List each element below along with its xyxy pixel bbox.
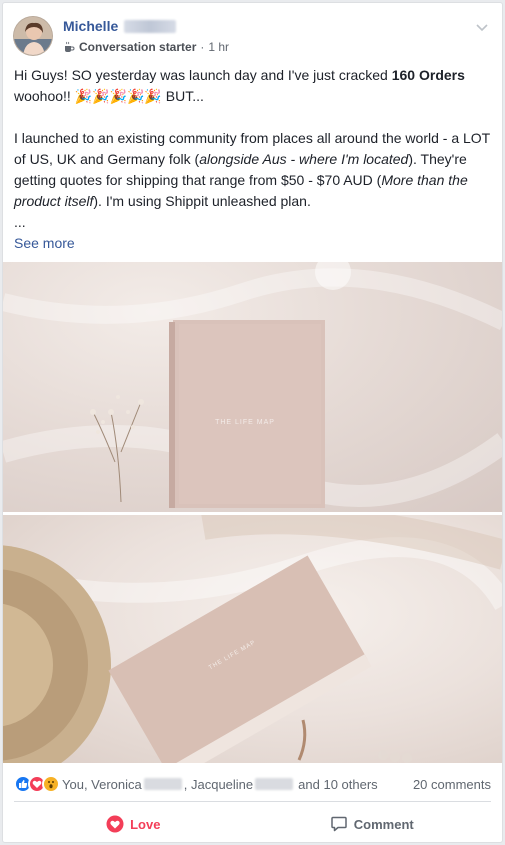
- chevron-down-icon[interactable]: [474, 19, 490, 35]
- reactions-bar: You, Veronica , Jacqueline and 10 others…: [14, 773, 491, 795]
- separator-dot: ·: [200, 40, 205, 54]
- love-button[interactable]: Love: [14, 809, 253, 839]
- post-header: Michelle Conversation starter · 1 hr: [13, 15, 492, 59]
- coffee-cup-icon: [65, 41, 75, 52]
- wow-icon: [42, 775, 60, 793]
- photo-1[interactable]: THE LIFE MAP: [3, 262, 502, 512]
- intro-text: Hi Guys! SO yesterday was launch day and…: [14, 67, 392, 83]
- author-name[interactable]: Michelle: [63, 18, 118, 34]
- see-more-link[interactable]: See more: [14, 235, 75, 251]
- love-icon: [106, 815, 124, 833]
- post-time[interactable]: 1 hr: [208, 40, 229, 54]
- reaction-icons[interactable]: [14, 775, 60, 793]
- ellipsis: ...: [14, 214, 26, 230]
- redacted-name-1: [143, 778, 182, 790]
- comments-count[interactable]: 20 comments: [413, 777, 491, 792]
- comment-button[interactable]: Comment: [253, 809, 492, 839]
- comment-label: Comment: [353, 816, 414, 832]
- orders-bold: 160 Orders: [391, 67, 465, 83]
- book-title-1: THE LIFE MAP: [215, 419, 275, 426]
- avatar[interactable]: [13, 16, 53, 56]
- intro-text-2: woohoo!! 🎉🎉🎉🎉🎉 BUT...: [14, 88, 204, 104]
- names-suffix: and 10 others: [298, 776, 378, 792]
- comment-icon: [331, 816, 347, 832]
- names-mid: , Jacqueline: [183, 776, 254, 792]
- post-meta: Conversation starter · 1 hr: [63, 40, 229, 54]
- post-card: Michelle Conversation starter · 1 hr Hi …: [2, 2, 503, 843]
- love-label: Love: [130, 816, 161, 832]
- para-italic-1: alongside Aus - where I'm located: [199, 151, 409, 167]
- divider: [14, 801, 491, 802]
- para-text-3: ). I'm using Shippit unleashed plan.: [93, 193, 311, 209]
- reaction-names[interactable]: You, Veronica , Jacqueline and 10 others: [62, 777, 378, 792]
- redacted-surname: [124, 19, 177, 33]
- post-intro: Hi Guys! SO yesterday was launch day and…: [14, 65, 496, 107]
- badge-label[interactable]: Conversation starter: [79, 40, 196, 54]
- photo-2[interactable]: THE LIFE MAP: [3, 515, 502, 763]
- post-text: Hi Guys! SO yesterday was launch day and…: [14, 65, 496, 254]
- action-bar: Love Comment: [14, 809, 491, 839]
- redacted-name-2: [255, 778, 294, 790]
- names-prefix: You, Veronica: [62, 776, 142, 792]
- post-paragraph: I launched to an existing community from…: [14, 128, 496, 212]
- author-row: Michelle: [63, 18, 177, 34]
